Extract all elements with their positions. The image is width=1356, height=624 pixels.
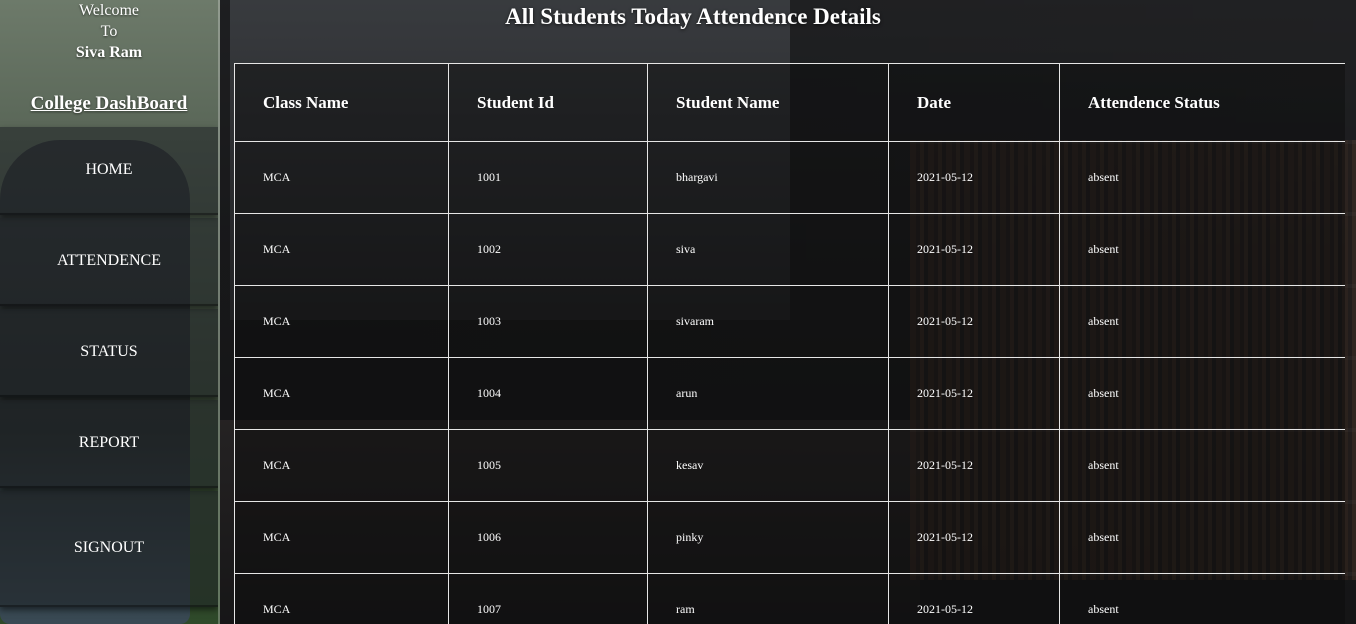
cell-class-name: MCA [234, 285, 449, 358]
cell-status: absent [1059, 429, 1345, 502]
cell-student-name: siva [647, 213, 889, 286]
cell-student-name: sivaram [647, 285, 889, 358]
cell-date: 2021-05-12 [888, 213, 1060, 286]
attendance-table: Class Name Student Id Student Name Date … [234, 63, 1345, 624]
cell-status: absent [1059, 501, 1345, 574]
table-row: MCA 1003 sivaram 2021-05-12 absent [234, 285, 1345, 358]
cell-status: absent [1059, 573, 1345, 624]
nav-home[interactable]: HOME [0, 127, 218, 215]
cell-class-name: MCA [234, 357, 449, 430]
cell-student-name: ram [647, 573, 889, 624]
table-row: MCA 1002 siva 2021-05-12 absent [234, 213, 1345, 286]
cell-student-name: arun [647, 357, 889, 430]
table-row: MCA 1007 ram 2021-05-12 absent [234, 573, 1345, 624]
cell-status: absent [1059, 285, 1345, 358]
table-row: MCA 1001 bhargavi 2021-05-12 absent [234, 141, 1345, 214]
table-row: MCA 1006 pinky 2021-05-12 absent [234, 501, 1345, 574]
cell-status: absent [1059, 141, 1345, 214]
table-row: MCA 1004 arun 2021-05-12 absent [234, 357, 1345, 430]
header-student-name: Student Name [647, 63, 889, 142]
welcome-to-text: To [100, 23, 118, 40]
welcome-block: Welcome To Siva Ram [0, 0, 218, 63]
nav-status[interactable]: STATUS [0, 309, 218, 397]
cell-student-id: 1005 [448, 429, 648, 502]
nav-signout[interactable]: SIGNOUT [0, 491, 218, 607]
cell-student-id: 1006 [448, 501, 648, 574]
cell-student-id: 1007 [448, 573, 648, 624]
cell-student-name: kesav [647, 429, 889, 502]
cell-student-id: 1003 [448, 285, 648, 358]
page-title: All Students Today Attendence Details [505, 4, 881, 29]
header-class-name: Class Name [234, 63, 449, 142]
header-attendence-status: Attendence Status [1059, 63, 1345, 142]
cell-class-name: MCA [234, 501, 449, 574]
cell-student-id: 1001 [448, 141, 648, 214]
attendance-table-container: Class Name Student Id Student Name Date … [234, 63, 1345, 624]
cell-date: 2021-05-12 [888, 285, 1060, 358]
cell-date: 2021-05-12 [888, 429, 1060, 502]
welcome-text: Welcome [78, 2, 139, 19]
cell-class-name: MCA [234, 429, 449, 502]
header-date: Date [888, 63, 1060, 142]
table-row: MCA 1005 kesav 2021-05-12 absent [234, 429, 1345, 502]
cell-class-name: MCA [234, 573, 449, 624]
dashboard-title: College DashBoard [30, 93, 188, 114]
cell-class-name: MCA [234, 213, 449, 286]
cell-date: 2021-05-12 [888, 357, 1060, 430]
header-student-id: Student Id [448, 63, 648, 142]
cell-status: absent [1059, 357, 1345, 430]
sidebar: Welcome To Siva Ram College DashBoard HO… [0, 0, 220, 624]
table-header-row: Class Name Student Id Student Name Date … [234, 63, 1345, 142]
cell-student-id: 1004 [448, 357, 648, 430]
cell-student-id: 1002 [448, 213, 648, 286]
cell-class-name: MCA [234, 141, 449, 214]
cell-date: 2021-05-12 [888, 141, 1060, 214]
cell-status: absent [1059, 213, 1345, 286]
nav-attendence[interactable]: ATTENDENCE [0, 218, 218, 306]
user-name: Siva Ram [75, 44, 143, 61]
cell-date: 2021-05-12 [888, 573, 1060, 624]
cell-date: 2021-05-12 [888, 501, 1060, 574]
cell-student-name: bhargavi [647, 141, 889, 214]
nav-report[interactable]: REPORT [0, 400, 218, 488]
cell-student-name: pinky [647, 501, 889, 574]
